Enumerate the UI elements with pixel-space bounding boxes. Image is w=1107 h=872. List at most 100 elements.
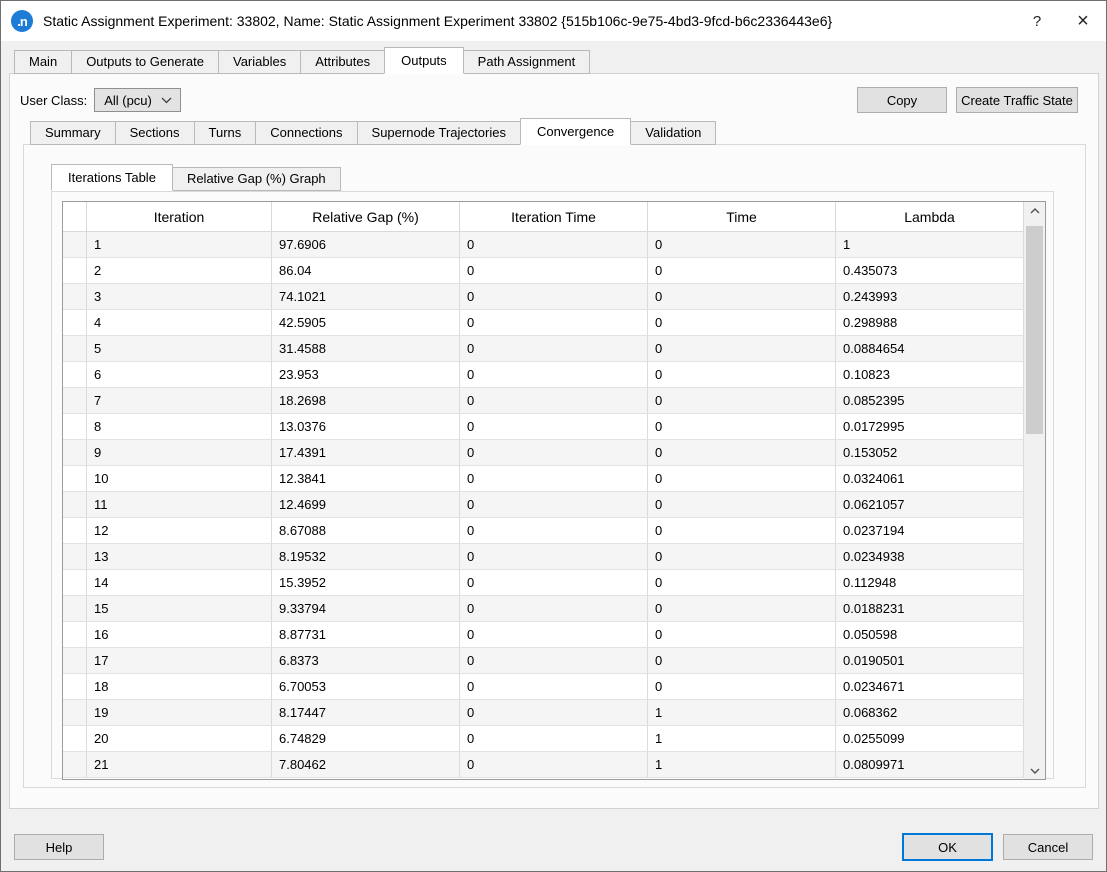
- iteration-time-cell: 0: [460, 284, 648, 310]
- table-row[interactable]: 18 6.70053 0 0 0.0234671: [63, 674, 1024, 700]
- relative-gap-cell: 86.04: [272, 258, 460, 284]
- table-row[interactable]: 10 12.3841 0 0 0.0324061: [63, 466, 1024, 492]
- time-cell: 0: [648, 388, 836, 414]
- lambda-cell: 0.068362: [836, 700, 1024, 726]
- help-button[interactable]: Help: [14, 834, 104, 860]
- table-row[interactable]: 4 42.5905 0 0 0.298988: [63, 310, 1024, 336]
- table-row[interactable]: 21 7.80462 0 1 0.0809971: [63, 752, 1024, 778]
- table-row[interactable]: 1 97.6906 0 0 1: [63, 232, 1024, 258]
- column-header[interactable]: Iteration Time: [460, 202, 648, 232]
- relative-gap-cell: 8.17447: [272, 700, 460, 726]
- table-row[interactable]: 3 74.1021 0 0 0.243993: [63, 284, 1024, 310]
- tab-item[interactable]: Supernode Trajectories: [357, 121, 521, 145]
- table-row[interactable]: 14 15.3952 0 0 0.112948: [63, 570, 1024, 596]
- table-row[interactable]: 20 6.74829 0 1 0.0255099: [63, 726, 1024, 752]
- tab-item[interactable]: Outputs: [384, 47, 464, 74]
- row-header-cell: [63, 570, 87, 596]
- iteration-cell: 3: [87, 284, 272, 310]
- table-row[interactable]: 16 8.87731 0 0 0.050598: [63, 622, 1024, 648]
- lambda-cell: 0.0234671: [836, 674, 1024, 700]
- lambda-cell: 1: [836, 232, 1024, 258]
- iteration-cell: 17: [87, 648, 272, 674]
- close-icon[interactable]: ×: [1060, 1, 1106, 41]
- row-header-cell: [63, 310, 87, 336]
- iteration-time-cell: 0: [460, 622, 648, 648]
- tab-item[interactable]: Variables: [218, 50, 301, 74]
- iteration-time-cell: 0: [460, 258, 648, 284]
- time-cell: 0: [648, 622, 836, 648]
- time-cell: 1: [648, 726, 836, 752]
- iteration-time-cell: 0: [460, 752, 648, 778]
- lambda-cell: 0.112948: [836, 570, 1024, 596]
- table-row[interactable]: 12 8.67088 0 0 0.0237194: [63, 518, 1024, 544]
- relative-gap-cell: 18.2698: [272, 388, 460, 414]
- tab-item[interactable]: Outputs to Generate: [71, 50, 219, 74]
- column-header[interactable]: Iteration: [87, 202, 272, 232]
- user-class-select[interactable]: All (pcu): [94, 88, 181, 112]
- relative-gap-cell: 8.87731: [272, 622, 460, 648]
- iteration-time-cell: 0: [460, 310, 648, 336]
- row-header-cell: [63, 440, 87, 466]
- scrollbar-thumb[interactable]: [1026, 226, 1043, 434]
- table-row[interactable]: 11 12.4699 0 0 0.0621057: [63, 492, 1024, 518]
- lambda-cell: 0.153052: [836, 440, 1024, 466]
- column-header[interactable]: Time: [648, 202, 836, 232]
- table-row[interactable]: 7 18.2698 0 0 0.0852395: [63, 388, 1024, 414]
- ok-button[interactable]: OK: [902, 833, 993, 861]
- table-row[interactable]: 5 31.4588 0 0 0.0884654: [63, 336, 1024, 362]
- tab-item[interactable]: Turns: [194, 121, 257, 145]
- tab-item[interactable]: Convergence: [520, 118, 631, 145]
- time-cell: 0: [648, 596, 836, 622]
- row-header-cell: [63, 622, 87, 648]
- row-header-cell: [63, 466, 87, 492]
- tab-item[interactable]: Iterations Table: [51, 164, 173, 191]
- cancel-button[interactable]: Cancel: [1003, 834, 1093, 860]
- tab-item[interactable]: Connections: [255, 121, 357, 145]
- row-header-cell: [63, 336, 87, 362]
- relative-gap-cell: 6.74829: [272, 726, 460, 752]
- create-traffic-state-button[interactable]: Create Traffic State: [956, 87, 1078, 113]
- iteration-time-cell: 0: [460, 570, 648, 596]
- iterations-table-pane: Iteration Relative Gap (%) Iteration Tim…: [51, 191, 1054, 779]
- table-row[interactable]: 19 8.17447 0 1 0.068362: [63, 700, 1024, 726]
- scrollbar-up-icon[interactable]: [1024, 202, 1045, 219]
- tab-item[interactable]: Path Assignment: [463, 50, 591, 74]
- iteration-cell: 13: [87, 544, 272, 570]
- column-header[interactable]: Lambda: [836, 202, 1024, 232]
- table-row[interactable]: 2 86.04 0 0 0.435073: [63, 258, 1024, 284]
- time-cell: 0: [648, 440, 836, 466]
- outputs-tab-pane: User Class: All (pcu) Copy Create Traffi…: [9, 73, 1099, 809]
- column-header[interactable]: Relative Gap (%): [272, 202, 460, 232]
- scrollbar-down-icon[interactable]: [1024, 762, 1045, 779]
- iteration-cell: 19: [87, 700, 272, 726]
- copy-button[interactable]: Copy: [857, 87, 947, 113]
- table-row[interactable]: 15 9.33794 0 0 0.0188231: [63, 596, 1024, 622]
- tab-item[interactable]: Main: [14, 50, 72, 74]
- iteration-time-cell: 0: [460, 596, 648, 622]
- scrollbar-track[interactable]: [1024, 219, 1045, 762]
- lambda-cell: 0.0852395: [836, 388, 1024, 414]
- table-row[interactable]: 6 23.953 0 0 0.10823: [63, 362, 1024, 388]
- help-icon[interactable]: ?: [1014, 1, 1060, 41]
- table-row[interactable]: 9 17.4391 0 0 0.153052: [63, 440, 1024, 466]
- vertical-scrollbar[interactable]: [1024, 202, 1045, 779]
- iteration-cell: 18: [87, 674, 272, 700]
- tab-item[interactable]: Attributes: [300, 50, 385, 74]
- table-row[interactable]: 17 6.8373 0 0 0.0190501: [63, 648, 1024, 674]
- iteration-time-cell: 0: [460, 466, 648, 492]
- tab-item[interactable]: Relative Gap (%) Graph: [172, 167, 341, 191]
- relative-gap-cell: 12.3841: [272, 466, 460, 492]
- tab-item[interactable]: Validation: [630, 121, 716, 145]
- time-cell: 0: [648, 362, 836, 388]
- relative-gap-cell: 15.3952: [272, 570, 460, 596]
- table-row[interactable]: 8 13.0376 0 0 0.0172995: [63, 414, 1024, 440]
- time-cell: 0: [648, 570, 836, 596]
- time-cell: 1: [648, 700, 836, 726]
- table-row[interactable]: 13 8.19532 0 0 0.0234938: [63, 544, 1024, 570]
- lambda-cell: 0.0255099: [836, 726, 1024, 752]
- row-header-cell: [63, 258, 87, 284]
- tab-item[interactable]: Sections: [115, 121, 195, 145]
- tab-item[interactable]: Summary: [30, 121, 116, 145]
- main-tab-bar: Main Outputs to Generate Variables Attri…: [14, 47, 589, 74]
- relative-gap-cell: 9.33794: [272, 596, 460, 622]
